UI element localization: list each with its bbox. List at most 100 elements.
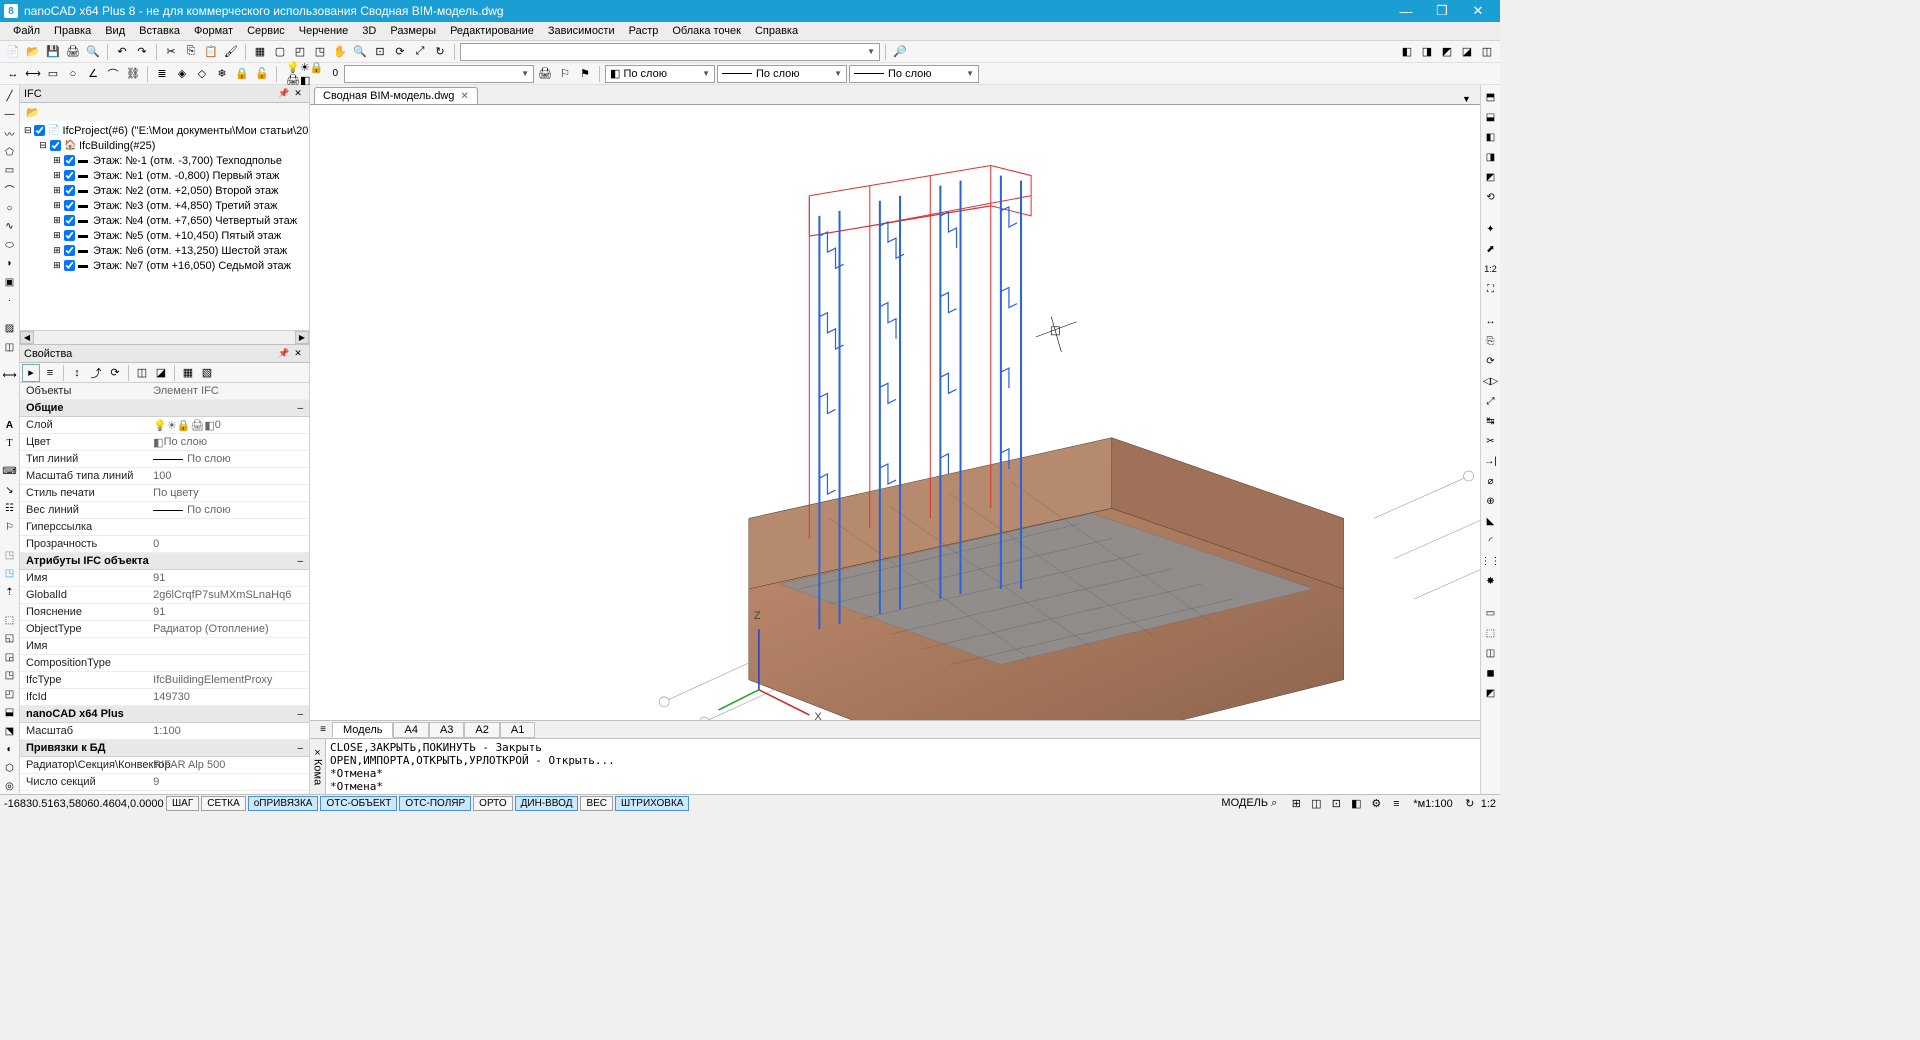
layout-tabs-menu-icon[interactable]: ≡ (314, 722, 332, 738)
mod-mirror-icon[interactable]: ◁▷ (1483, 373, 1499, 389)
3dbox-icon[interactable]: ◳ (2, 548, 18, 563)
mod-trim-icon[interactable]: ✂ (1483, 433, 1499, 449)
tree-row[interactable]: ⊟🏠IfcBuilding(#25) (22, 138, 307, 153)
mod-fillet-icon[interactable]: ◜ (1483, 533, 1499, 549)
layout-tab[interactable]: A3 (429, 722, 464, 738)
lineweight-combo[interactable]: По слою▼ (849, 65, 979, 83)
arc-dim-icon[interactable]: ⌒ (104, 65, 122, 83)
extras-icon-5[interactable]: ◫ (1478, 43, 1496, 61)
panel-pin-icon[interactable]: 📌 (277, 347, 291, 361)
draw-hatch-icon[interactable]: ▨ (2, 322, 18, 337)
layer-lock-icon[interactable]: 🔒 (233, 65, 251, 83)
menu-item[interactable]: Вид (98, 23, 132, 39)
freeze-vp-icon[interactable]: ⚐ (556, 65, 574, 83)
prop-value[interactable]: RIFAR Alp 500 (147, 757, 309, 773)
props-group[interactable]: Привязки к БД– (20, 740, 309, 757)
ifc-tree[interactable]: ⊟📄IfcProject(#6) ("E:\Мои документы\Мои … (20, 121, 309, 330)
view-top-icon[interactable]: ⬒ (1483, 89, 1499, 105)
command-text[interactable]: CLOSE,ЗАКРЫТЬ,ПОКИНУТЬ - Закрыть OPEN,ИМ… (326, 739, 1480, 794)
orbit-free-icon[interactable]: ⟲ (1483, 189, 1499, 205)
status-toggle[interactable]: СЕТКА (201, 796, 246, 811)
prop-value[interactable]: Радиатор (Отопление) (147, 621, 309, 637)
prop-btn-1[interactable]: ▸ (22, 364, 40, 382)
draw-point-icon[interactable]: · (2, 294, 18, 309)
menu-item[interactable]: Размеры (383, 23, 443, 39)
prop-btn-6[interactable]: ◫ (133, 364, 151, 382)
mod-copy-icon[interactable]: ⎘ (1483, 333, 1499, 349)
mod-extend-icon[interactable]: →| (1483, 453, 1499, 469)
tree-checkbox[interactable] (64, 155, 75, 166)
mod-rotate-icon[interactable]: ⟳ (1483, 353, 1499, 369)
draw-region-icon[interactable]: ◫ (2, 340, 18, 355)
nav-cube-icon[interactable]: ✦ (1483, 221, 1499, 237)
combo-spacer-1[interactable]: ▼ (344, 65, 534, 83)
line-dim-icon[interactable]: ⟷ (24, 65, 42, 83)
undo-icon[interactable]: ↶ (113, 43, 131, 61)
menu-item[interactable]: Облака точек (665, 23, 748, 39)
props-row[interactable]: Масштаб1:100 (20, 723, 309, 740)
status-icon-4[interactable]: ◧ (1347, 795, 1365, 813)
3d-2-icon[interactable]: ◱ (2, 631, 18, 646)
status-icon-6[interactable]: ≡ (1387, 795, 1405, 813)
layer-freeze-icon[interactable]: ❄ (213, 65, 231, 83)
tree-checkbox[interactable] (64, 245, 75, 256)
prop-value[interactable]: 1:100 (147, 723, 309, 739)
field-icon[interactable]: ⚐ (2, 520, 18, 535)
visual-shaded-icon[interactable]: ◼ (1483, 665, 1499, 681)
tab-close-icon[interactable]: ✕ (460, 91, 468, 102)
extras-icon-4[interactable]: ◪ (1458, 43, 1476, 61)
copy-icon[interactable]: ⎘ (182, 43, 200, 61)
status-toggle[interactable]: ОРТО (473, 796, 512, 811)
viewport[interactable]: Z X (310, 105, 1480, 720)
search-icon[interactable]: 🔎 (891, 43, 909, 61)
tree-row[interactable]: ⊞▬Этаж: №6 (отм. +13,250) Шестой этаж (22, 243, 307, 258)
menu-item[interactable]: Черчение (292, 23, 356, 39)
draw-circle-icon[interactable]: ○ (2, 201, 18, 216)
expand-icon[interactable]: ⊞ (52, 185, 62, 196)
props-group[interactable]: nanoCAD x64 Plus– (20, 706, 309, 723)
draw-spline-icon[interactable]: ∿ (2, 220, 18, 235)
view-front-icon[interactable]: ⬓ (1483, 109, 1499, 125)
orbit-icon[interactable]: ⟳ (391, 43, 409, 61)
3d-4-icon[interactable]: ◳ (2, 668, 18, 683)
status-scale-annotation[interactable]: *м1:100 (1413, 798, 1452, 810)
mod-stretch-icon[interactable]: ↹ (1483, 413, 1499, 429)
prop-btn-5[interactable]: ⟳ (106, 364, 124, 382)
prop-value[interactable]: ◧ По слою (147, 434, 309, 450)
prop-value[interactable]: По слою (147, 451, 309, 467)
regen-icon[interactable]: ↻ (431, 43, 449, 61)
scale-ratio[interactable]: 1:2 (1483, 261, 1499, 277)
mod-array-icon[interactable]: ⋮⋮ (1483, 553, 1499, 569)
props-row[interactable]: Прозрачность0 (20, 536, 309, 553)
tree-row[interactable]: ⊞▬Этаж: №-1 (отм. -3,700) Техподполье (22, 153, 307, 168)
circle-sel-icon[interactable]: ○ (64, 65, 82, 83)
mod-chamfer-icon[interactable]: ◣ (1483, 513, 1499, 529)
rect-select-icon[interactable]: ▭ (44, 65, 62, 83)
expand-icon[interactable]: ⊞ (52, 245, 62, 256)
text-A-icon[interactable]: A (2, 418, 18, 433)
view-right-icon[interactable]: ◨ (1483, 149, 1499, 165)
props-row[interactable]: Имя (20, 638, 309, 655)
tree-row[interactable]: ⊞▬Этаж: №1 (отм. -0,800) Первый этаж (22, 168, 307, 183)
prop-value[interactable]: По слою (147, 502, 309, 518)
select-all-icon[interactable]: ▦ (251, 43, 269, 61)
menu-item[interactable]: Растр (622, 23, 666, 39)
expand-icon[interactable]: ⊞ (52, 155, 62, 166)
menu-item[interactable]: Сервис (240, 23, 292, 39)
expand-icon[interactable]: ⊞ (52, 200, 62, 211)
3d-10-icon[interactable]: ◎ (2, 779, 18, 794)
layout-tab[interactable]: Модель (332, 722, 393, 738)
command-line[interactable]: × Кома CLOSE,ЗАКРЫТЬ,ПОКИНУТЬ - Закрыть … (310, 738, 1480, 794)
paste-icon[interactable]: 📋 (202, 43, 220, 61)
3d-8-icon[interactable]: ◐ (2, 742, 18, 757)
props-row[interactable]: Число секций9 (20, 774, 309, 791)
maximize-button[interactable]: ❐ (1424, 0, 1460, 22)
tabs-dropdown-icon[interactable]: ▼ (1462, 94, 1476, 104)
props-row[interactable]: Вес линийПо слою (20, 502, 309, 519)
visual-real-icon[interactable]: ◩ (1483, 685, 1499, 701)
extras-icon-2[interactable]: ◨ (1418, 43, 1436, 61)
cut-icon[interactable]: ✂ (162, 43, 180, 61)
expand-icon[interactable]: ⊞ (52, 260, 62, 271)
status-toggle[interactable]: ШТРИХОВКА (615, 796, 689, 811)
menu-item[interactable]: Формат (187, 23, 240, 39)
